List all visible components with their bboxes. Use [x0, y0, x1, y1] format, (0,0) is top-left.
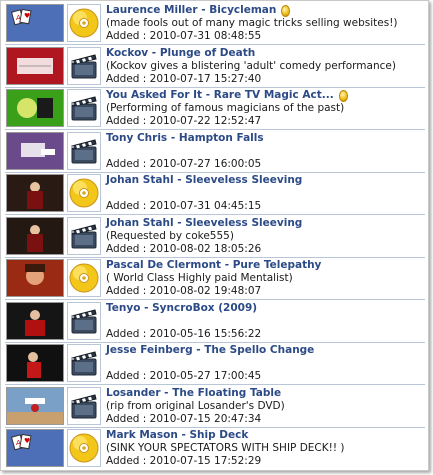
dvd-icon [67, 174, 101, 212]
svg-text:A: A [16, 14, 21, 22]
item-added-date: Added : 2010-07-31 08:48:55 [106, 30, 262, 42]
clapperboard-icon [67, 216, 101, 255]
item-title-link[interactable]: Tony Chris - Hampton Falls [106, 132, 264, 145]
dvd-icon [67, 429, 101, 467]
video-thumbnail[interactable] [6, 386, 64, 425]
item-title-row: You Asked For It - Rare TV Magic Act... [106, 89, 425, 102]
item-title-link[interactable]: Tenyo - SyncroBox (2009) [106, 302, 257, 315]
item-title-link[interactable]: Laurence Miller - Bicycleman [106, 4, 276, 17]
svg-text:A: A [16, 439, 21, 447]
item-info: Tenyo - SyncroBox (2009) Added : 2010-05… [101, 301, 425, 341]
item-description [106, 315, 425, 328]
list-item[interactable]: You Asked For It - Rare TV Magic Act...(… [5, 88, 425, 128]
item-added-date: Added : 2010-07-15 17:52:29 [106, 455, 262, 467]
item-info: Tony Chris - Hampton Falls Added : 2010-… [101, 131, 425, 171]
item-added-date: Added : 2010-07-15 20:47:34 [106, 412, 262, 425]
list-item[interactable]: Johan Stahl - Sleeveless Sleeving Added … [5, 173, 425, 213]
item-title-row: Tony Chris - Hampton Falls [106, 132, 425, 145]
item-description: ( World Class Highly paid Mentalist) [106, 272, 293, 284]
item-info: Johan Stahl - Sleeveless Sleeving Added … [101, 173, 425, 213]
item-added-date: Added : 2010-08-02 18:05:26 [106, 242, 262, 255]
video-thumbnail[interactable] [6, 46, 64, 85]
item-title-link[interactable]: Jesse Feinberg - The Spello Change [106, 344, 314, 357]
dvd-icon [67, 4, 101, 42]
item-description [106, 145, 425, 158]
video-thumbnail[interactable] [6, 259, 64, 297]
item-description: (rip from original Losander's DVD) [106, 399, 285, 412]
dvd-icon [67, 259, 101, 297]
item-title-link[interactable]: Mark Mason - Ship Deck [106, 429, 248, 442]
item-title-row: Johan Stahl - Sleeveless Sleeving [106, 217, 425, 230]
video-thumbnail[interactable] [6, 301, 64, 340]
list-item[interactable]: Jesse Feinberg - The Spello Change Added… [5, 343, 425, 383]
item-info: Jesse Feinberg - The Spello Change Added… [101, 343, 425, 383]
video-thumbnail[interactable]: A ♥ [6, 429, 64, 467]
item-info: Kockov - Plunge of Death (Kockov gives a … [101, 46, 425, 86]
item-added-date: Added : 2010-08-02 19:48:07 [106, 285, 262, 297]
item-title-link[interactable]: Losander - The Floating Table [106, 387, 281, 400]
video-thumbnail[interactable] [6, 216, 64, 255]
item-info: Mark Mason - Ship Deck (SINK YOUR SPECTAT… [101, 428, 425, 468]
item-title-link[interactable]: Kockov - Plunge of Death [106, 47, 255, 60]
gold-coin-icon [338, 89, 348, 102]
svg-text:♥: ♥ [24, 12, 30, 20]
item-title-row: Laurence Miller - Bicycleman [106, 4, 425, 17]
item-title-row: Mark Mason - Ship Deck [106, 429, 425, 442]
item-title-row: Kockov - Plunge of Death [106, 47, 425, 60]
list-item[interactable]: Tenyo - SyncroBox (2009) Added : 2010-05… [5, 301, 425, 341]
video-thumbnail[interactable] [6, 89, 64, 127]
list-item[interactable]: Losander - The Floating Table (rip from o… [5, 386, 425, 426]
video-thumbnail[interactable] [6, 174, 64, 212]
item-title-row: Pascal De Clermont - Pure Telepathy [106, 259, 425, 272]
item-description: (Kockov gives a blistering 'adult' comed… [106, 59, 396, 72]
item-title-link[interactable]: You Asked For It - Rare TV Magic Act... [106, 89, 334, 102]
item-description [106, 357, 425, 370]
item-info: Johan Stahl - Sleeveless Sleeving (Reques… [101, 216, 425, 256]
item-title-row: Tenyo - SyncroBox (2009) [106, 302, 425, 315]
item-title-row: Jesse Feinberg - The Spello Change [106, 344, 425, 357]
list-item[interactable]: A ♥ Laurence Miller - Bicycleman (made fool… [5, 3, 425, 43]
svg-text:♥: ♥ [24, 437, 30, 445]
gold-coin-icon [281, 4, 291, 17]
item-title-row: Johan Stahl - Sleeveless Sleeving [106, 174, 425, 187]
item-info: Pascal De Clermont - Pure Telepathy( Wor… [101, 258, 425, 298]
clapperboard-icon [67, 386, 101, 425]
clapperboard-icon [67, 89, 101, 127]
item-added-date: Added : 2010-05-16 15:56:22 [106, 327, 262, 340]
item-info: You Asked For It - Rare TV Magic Act...(… [101, 88, 425, 128]
item-added-date: Added : 2010-07-17 15:27:40 [106, 72, 262, 85]
list-item[interactable]: Johan Stahl - Sleeveless Sleeving (Reques… [5, 216, 425, 256]
item-added-date: Added : 2010-07-22 12:52:47 [106, 115, 262, 127]
item-title-row: Losander - The Floating Table [106, 387, 425, 400]
item-description: (made fools out of many magic tricks sel… [106, 17, 398, 29]
clapperboard-icon [67, 46, 101, 85]
item-description: (SINK YOUR SPECTATORS WITH SHIP DECK!! ) [106, 442, 345, 454]
list-item[interactable]: A ♥ Mark Mason - Ship Deck (SINK YOUR SPECT… [5, 428, 425, 468]
clapperboard-icon [67, 301, 101, 340]
item-added-date: Added : 2010-07-31 04:45:15 [106, 200, 262, 212]
item-title-link[interactable]: Pascal De Clermont - Pure Telepathy [106, 259, 321, 272]
item-description: (Performing of famous magicians of the p… [106, 102, 345, 114]
list-item[interactable]: Tony Chris - Hampton Falls Added : 2010-… [5, 131, 425, 171]
video-thumbnail[interactable] [6, 131, 64, 170]
item-description: (Requested by coke555) [106, 229, 234, 242]
clapperboard-icon [67, 344, 101, 382]
list-item[interactable]: Pascal De Clermont - Pure Telepathy( Wor… [5, 258, 425, 298]
video-thumbnail[interactable] [6, 344, 64, 382]
list-item[interactable]: Kockov - Plunge of Death (Kockov gives a … [5, 46, 425, 86]
item-info: Losander - The Floating Table (rip from o… [101, 386, 425, 426]
item-title-link[interactable]: Johan Stahl - Sleeveless Sleeving [106, 217, 302, 230]
item-title-link[interactable]: Johan Stahl - Sleeveless Sleeving [106, 174, 302, 187]
item-added-date: Added : 2010-05-27 17:00:45 [106, 370, 262, 382]
video-list-panel: A ♥ Laurence Miller - Bicycleman (made fool… [0, 0, 429, 471]
item-description [106, 187, 425, 200]
clapperboard-icon [67, 131, 101, 170]
video-thumbnail[interactable]: A ♥ [6, 4, 64, 42]
item-info: Laurence Miller - Bicycleman (made fools … [101, 3, 425, 43]
item-added-date: Added : 2010-07-27 16:00:05 [106, 157, 262, 170]
